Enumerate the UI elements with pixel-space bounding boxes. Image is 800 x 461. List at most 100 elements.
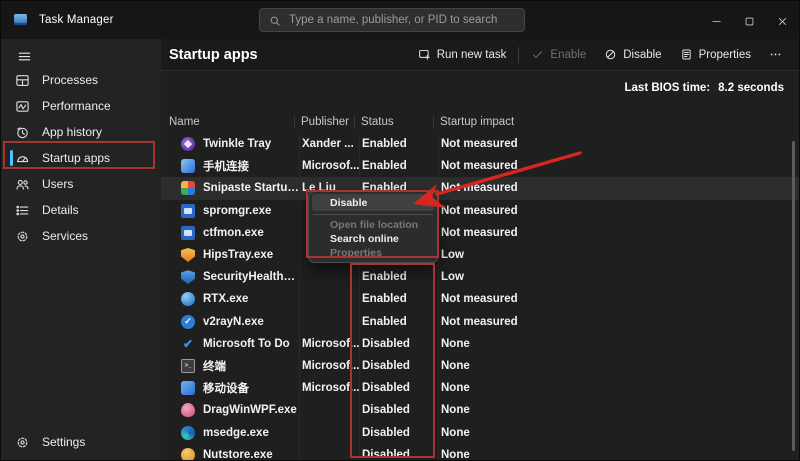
table-row[interactable]: SecurityHealthSys... Enabled Low xyxy=(161,266,799,288)
performance-icon xyxy=(15,99,30,114)
toolbar: Run new task Enable Disable Properties xyxy=(409,39,799,71)
nav-menu-button[interactable] xyxy=(9,43,39,69)
table-row[interactable]: Nutstore.exe Disabled None xyxy=(161,444,799,460)
table-header: Name Publisher Status Startup impact xyxy=(161,104,799,133)
task-manager-app-icon xyxy=(14,14,27,25)
maximize-icon xyxy=(744,15,755,26)
page-header: Startup apps Run new task Enable Disable… xyxy=(161,39,799,71)
cell-startup-impact: None xyxy=(438,399,799,421)
sidebar-item-label: Processes xyxy=(42,73,98,87)
cell-startup-impact: None xyxy=(438,377,799,399)
table-row[interactable]: v2rayN.exe Enabled Not measured xyxy=(161,311,799,333)
sidebar-item-startup-apps[interactable]: Startup apps xyxy=(9,145,153,171)
table-row[interactable]: 终端 Microsof... Disabled None xyxy=(161,355,799,377)
run-new-task-button[interactable]: Run new task xyxy=(409,39,516,71)
ctfmon-icon xyxy=(181,226,195,240)
toolbar-divider xyxy=(518,47,519,63)
sidebar-item-processes[interactable]: Processes xyxy=(9,67,153,93)
context-menu-item-properties[interactable]: Properties xyxy=(312,246,434,260)
cell-publisher: Microsof... xyxy=(299,377,359,399)
cell-status: Enabled xyxy=(359,311,438,333)
more-options-button[interactable] xyxy=(760,39,791,71)
search-icon xyxy=(269,14,281,26)
cell-startup-impact: Not measured xyxy=(438,288,799,310)
cell-name: spromgr.exe xyxy=(203,205,271,217)
context-menu-item-open-file-location[interactable]: Open file location xyxy=(312,218,434,232)
last-bios-value: 8.2 seconds xyxy=(718,82,784,94)
enable-icon xyxy=(531,48,544,61)
cell-startup-impact: Not measured xyxy=(438,222,799,244)
cell-name: 手机连接 xyxy=(203,158,249,174)
cell-publisher xyxy=(299,444,359,460)
sidebar-item-label: Settings xyxy=(42,435,85,449)
cell-startup-impact: Low xyxy=(438,244,799,266)
column-header-publisher[interactable]: Publisher xyxy=(299,116,359,128)
rtx-icon xyxy=(181,292,195,306)
cell-publisher: Microsof... xyxy=(299,155,359,177)
properties-button[interactable]: Properties xyxy=(671,39,760,71)
sidebar-item-details[interactable]: Details xyxy=(9,197,153,223)
column-header-startup-impact[interactable]: Startup impact xyxy=(438,116,799,128)
column-header-status[interactable]: Status xyxy=(359,116,438,128)
gear-icon xyxy=(15,435,30,450)
cell-startup-impact: None xyxy=(438,421,799,443)
table-row[interactable]: 移动设备 Microsof... Disabled None xyxy=(161,377,799,399)
table-row[interactable]: spromgr.exe Not measured xyxy=(161,200,799,222)
table-row[interactable]: Microsoft To Do Microsof... Disabled Non… xyxy=(161,333,799,355)
table-row[interactable]: 手机连接 Microsof... Enabled Not measured xyxy=(161,155,799,177)
cell-publisher xyxy=(299,399,359,421)
cell-publisher xyxy=(299,421,359,443)
cell-name: v2rayN.exe xyxy=(203,316,264,328)
cell-status: Disabled xyxy=(359,333,438,355)
table-row[interactable]: Snipaste Startup ... Le Liu Enabled Not … xyxy=(161,177,799,199)
context-menu-item-disable[interactable]: Disable xyxy=(312,194,434,211)
cell-startup-impact: Not measured xyxy=(438,155,799,177)
table-row[interactable]: Twinkle Tray Xander ... Enabled Not meas… xyxy=(161,133,799,155)
sidebar-item-performance[interactable]: Performance xyxy=(9,93,153,119)
table-row[interactable]: RTX.exe Enabled Not measured xyxy=(161,288,799,310)
table-row[interactable]: msedge.exe Disabled None xyxy=(161,421,799,443)
security-health-icon xyxy=(181,270,195,284)
close-button[interactable] xyxy=(766,1,799,39)
sidebar-item-settings[interactable]: Settings xyxy=(9,429,153,455)
cell-name: RTX.exe xyxy=(203,293,248,305)
maximize-button[interactable] xyxy=(733,1,766,39)
cell-status: Disabled xyxy=(359,421,438,443)
cell-publisher: Xander ... xyxy=(299,133,359,155)
properties-icon xyxy=(680,48,693,61)
sidebar-item-label: Details xyxy=(42,203,79,217)
column-header-name[interactable]: Name xyxy=(169,116,299,128)
search-input[interactable] xyxy=(289,14,524,26)
app-history-icon xyxy=(15,125,30,140)
cell-publisher: Microsof... xyxy=(299,333,359,355)
main-panel: Startup apps Run new task Enable Disable… xyxy=(161,39,799,460)
services-icon xyxy=(15,229,30,244)
cell-publisher xyxy=(299,311,359,333)
table-row[interactable]: ctfmon.exe Not measured xyxy=(161,222,799,244)
enable-button[interactable]: Enable xyxy=(522,39,595,71)
search-box[interactable] xyxy=(259,8,525,32)
cell-startup-impact: None xyxy=(438,444,799,460)
titlebar: Task Manager xyxy=(1,1,799,39)
last-bios-label: Last BIOS time: xyxy=(625,82,711,94)
sidebar-nav: Processes Performance App history Startu… xyxy=(1,67,161,249)
sidebar-item-app-history[interactable]: App history xyxy=(9,119,153,145)
nutstore-icon xyxy=(181,448,195,460)
cell-name: 移动设备 xyxy=(203,380,249,396)
column-divider xyxy=(294,116,295,127)
cell-name: DragWinWPF.exe xyxy=(203,404,297,416)
disable-button[interactable]: Disable xyxy=(595,39,670,71)
sidebar-item-services[interactable]: Services xyxy=(9,223,153,249)
details-icon xyxy=(15,203,30,218)
page-title: Startup apps xyxy=(169,47,258,63)
cell-startup-impact: None xyxy=(438,355,799,377)
close-icon xyxy=(777,15,788,26)
cell-status: Enabled xyxy=(359,133,438,155)
sidebar-item-users[interactable]: Users xyxy=(9,171,153,197)
vertical-scrollbar[interactable] xyxy=(792,141,795,451)
column-divider xyxy=(354,116,355,127)
table-row[interactable]: DragWinWPF.exe Disabled None xyxy=(161,399,799,421)
table-row[interactable]: HipsTray.exe Low xyxy=(161,244,799,266)
context-menu-item-search-online[interactable]: Search online xyxy=(312,232,434,246)
minimize-button[interactable] xyxy=(700,1,733,39)
